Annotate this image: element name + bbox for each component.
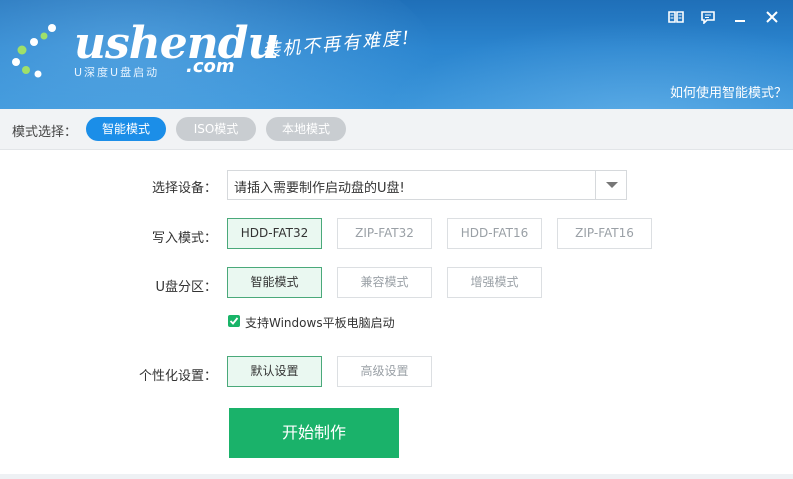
logo-subtitle: U深度U盘启动 xyxy=(74,66,160,79)
logo-mark-icon xyxy=(12,24,56,78)
personalization-label: 个性化设置： xyxy=(138,369,217,384)
partition-option-smart[interactable]: 智能模式 xyxy=(227,267,322,298)
check-icon xyxy=(229,317,239,325)
app-header: ushendu U深度U盘启动 .com 装机不再有难度! 如何使用智能模式？ xyxy=(0,0,793,109)
select-divider xyxy=(595,171,596,199)
start-button[interactable]: 开始制作 xyxy=(229,408,399,458)
personalization-advanced[interactable]: 高级设置 xyxy=(337,356,432,387)
write-option-hdd-fat16[interactable]: HDD-FAT16 xyxy=(447,218,542,249)
device-select[interactable]: 请插入需要制作启动盘的U盘! xyxy=(227,170,627,200)
device-label: 选择设备： xyxy=(151,181,217,196)
minimize-icon[interactable] xyxy=(727,6,753,28)
windows-tablet-checkbox[interactable] xyxy=(228,315,240,327)
chevron-down-icon[interactable] xyxy=(606,182,618,188)
device-select-value: 请插入需要制作启动盘的U盘! xyxy=(234,181,405,196)
mode-tab-local[interactable]: 本地模式 xyxy=(266,117,346,141)
write-option-zip-fat32[interactable]: ZIP-FAT32 xyxy=(337,218,432,249)
mode-tab-smart[interactable]: 智能模式 xyxy=(86,117,166,141)
write-mode-label: 写入模式： xyxy=(151,231,217,246)
partition-label: U盘分区： xyxy=(155,280,217,295)
windows-tablet-label[interactable]: 支持Windows平板电脑启动 xyxy=(245,314,395,331)
close-icon[interactable] xyxy=(759,6,785,28)
help-link[interactable]: 如何使用智能模式？ xyxy=(670,82,787,101)
partition-option-enhanced[interactable]: 增强模式 xyxy=(447,267,542,298)
book-icon[interactable] xyxy=(663,6,689,28)
write-option-hdd-fat32[interactable]: HDD-FAT32 xyxy=(227,218,322,249)
mode-tab-iso[interactable]: ISO模式 xyxy=(176,117,256,141)
logo-domain: .com xyxy=(186,56,235,77)
write-option-zip-fat16[interactable]: ZIP-FAT16 xyxy=(557,218,652,249)
footer-divider xyxy=(0,474,793,479)
logo-text: ushendu xyxy=(74,18,279,69)
mode-label: 模式选择： xyxy=(12,125,78,140)
mode-bar: 模式选择： 智能模式 ISO模式 本地模式 xyxy=(0,109,793,150)
window-controls xyxy=(663,6,785,28)
personalization-default[interactable]: 默认设置 xyxy=(227,356,322,387)
partition-option-compatible[interactable]: 兼容模式 xyxy=(337,267,432,298)
chat-icon[interactable] xyxy=(695,6,721,28)
